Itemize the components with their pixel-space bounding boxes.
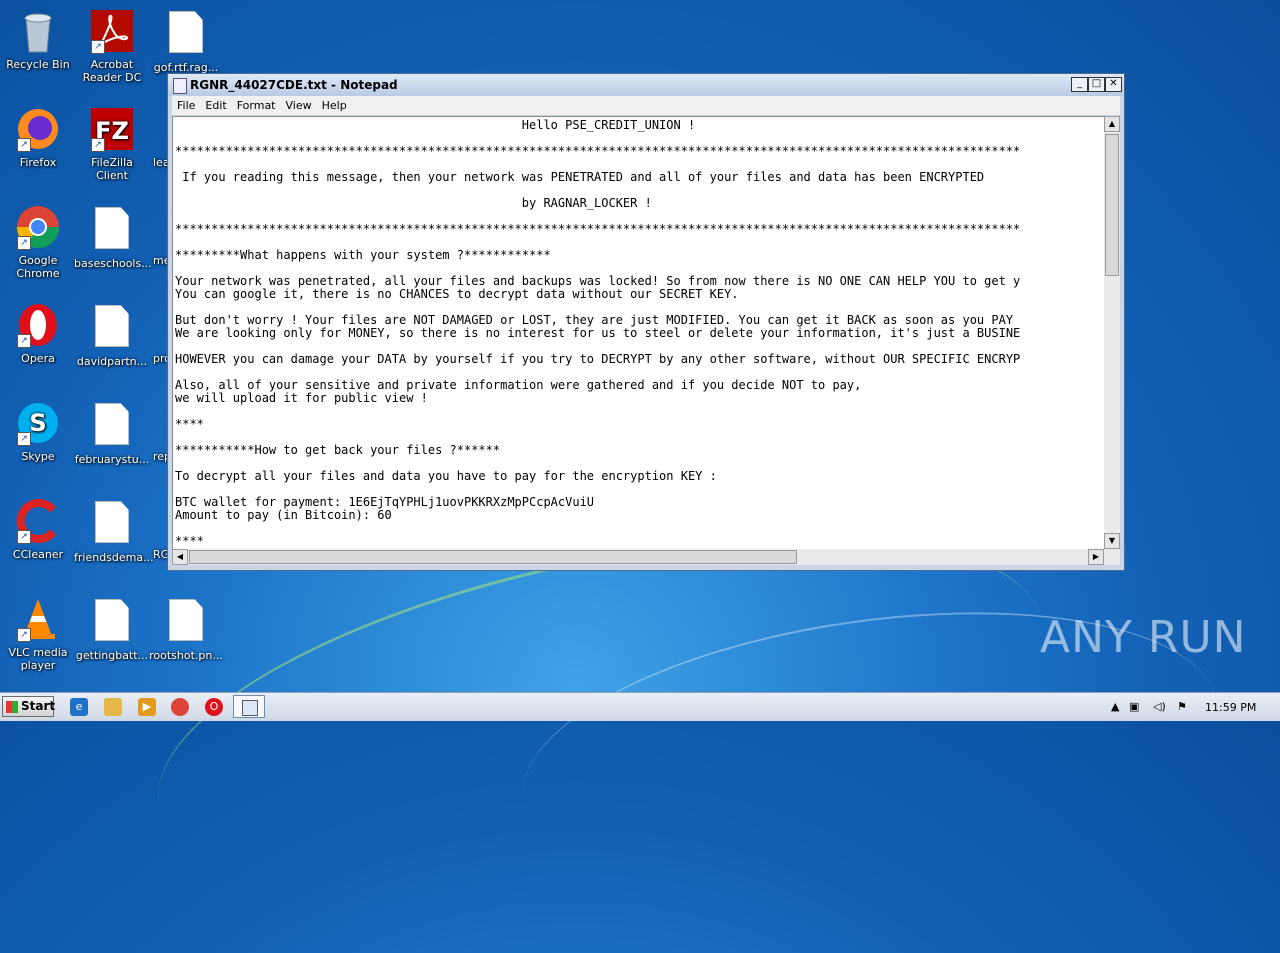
svg-text:S: S — [29, 409, 46, 437]
document-text: Hello PSE_CREDIT_UNION ! ***************… — [175, 118, 1021, 548]
desktop-icon-firefox[interactable]: ↗ Firefox — [0, 106, 76, 169]
opera-icon: ↗ — [15, 302, 61, 348]
resize-grip[interactable] — [1104, 549, 1120, 565]
desktop-icon-label: CCleaner — [12, 548, 64, 561]
shortcut-arrow-icon: ↗ — [91, 138, 105, 152]
desktop-icon-acrobat[interactable]: ↗ Acrobat Reader DC — [74, 8, 150, 84]
notepad-window[interactable]: RGNR_44027CDE.txt - Notepad _ □ ✕ File Ed… — [167, 73, 1125, 571]
desktop-icon-recycle-bin[interactable]: Recycle Bin — [0, 8, 76, 71]
filezilla-icon: FZ ↗ — [89, 106, 135, 152]
document-file-icon — [89, 207, 135, 253]
notepad-icon — [242, 700, 258, 716]
vertical-scroll-thumb[interactable] — [1105, 134, 1119, 276]
ccleaner-icon: ↗ — [15, 498, 61, 544]
desktop-icon-ccleaner[interactable]: ↗ CCleaner — [0, 498, 76, 561]
desktop-icon-label: Firefox — [19, 156, 57, 169]
desktop-icon-skype[interactable]: S ↗ Skype — [0, 400, 76, 463]
desktop-icon-label: FileZilla Client — [91, 156, 133, 182]
recycle-bin-icon — [15, 8, 61, 54]
desktop-icon-label: VLC media player — [8, 646, 68, 672]
scroll-left-arrow-icon[interactable]: ◀ — [172, 549, 188, 565]
window-titlebar[interactable]: RGNR_44027CDE.txt - Notepad _ □ ✕ — [168, 74, 1124, 96]
desktop-icon-file[interactable]: rootshot.pn... — [148, 596, 224, 662]
desktop-icon-label: Recycle Bin — [6, 58, 70, 71]
desktop-icon-google-chrome[interactable]: ↗ Google Chrome — [0, 204, 76, 280]
desktop-icon-file[interactable]: gettingbatt... — [74, 596, 150, 662]
chrome-taskbar-icon[interactable] — [171, 698, 189, 716]
document-file-icon — [89, 501, 135, 547]
anyrun-watermark: ANY RUN — [1040, 612, 1247, 663]
maximize-button[interactable]: □ — [1088, 77, 1105, 92]
desktop-icon-file[interactable]: davidpartn... — [74, 302, 150, 368]
desktop-icon-file[interactable]: gof.rtf.rag... — [148, 8, 224, 74]
action-center-flag-icon[interactable]: ⚑ — [1177, 700, 1187, 713]
desktop-icon-label: Acrobat Reader DC — [82, 58, 142, 84]
start-button[interactable]: Start — [2, 696, 56, 717]
notepad-icon — [173, 78, 187, 94]
document-file-icon — [89, 305, 135, 351]
close-button[interactable]: ✕ — [1105, 77, 1122, 92]
document-file-icon — [163, 11, 209, 57]
volume-icon[interactable]: ◁) — [1153, 700, 1166, 713]
menu-bar: File Edit Format View Help — [172, 96, 1120, 115]
window-title: RGNR_44027CDE.txt - Notepad — [190, 78, 398, 92]
chrome-icon: ↗ — [15, 204, 61, 250]
shortcut-arrow-icon: ↗ — [17, 334, 31, 348]
shortcut-arrow-icon: ↗ — [17, 236, 31, 250]
notepad-taskbar-button[interactable] — [233, 695, 265, 718]
start-label: Start — [21, 699, 56, 713]
desktop-icon-label: Google Chrome — [16, 254, 60, 280]
windows-logo-icon — [6, 701, 18, 713]
document-file-icon — [89, 599, 135, 645]
desktop-icon-label: baseschools... — [74, 257, 152, 270]
scroll-up-arrow-icon[interactable]: ▲ — [1104, 116, 1120, 132]
desktop-icon-vlc[interactable]: ↗ VLC media player — [0, 596, 76, 672]
menu-view[interactable]: View — [281, 96, 317, 112]
skype-icon: S ↗ — [15, 400, 61, 446]
horizontal-scroll-thumb[interactable] — [189, 550, 797, 564]
menu-file[interactable]: File — [172, 96, 200, 112]
shortcut-arrow-icon: ↗ — [91, 40, 105, 54]
acrobat-icon: ↗ — [89, 8, 135, 54]
firefox-icon: ↗ — [15, 106, 61, 152]
desktop-icon-opera[interactable]: ↗ Opera — [0, 302, 76, 365]
folder-icon[interactable] — [104, 698, 122, 716]
menu-edit[interactable]: Edit — [200, 96, 231, 112]
text-editor-area[interactable]: Hello PSE_CREDIT_UNION ! ***************… — [172, 116, 1106, 551]
scroll-right-arrow-icon[interactable]: ▶ — [1088, 549, 1104, 565]
taskbar-clock[interactable]: 11:59 PM — [1205, 701, 1256, 714]
desktop-icon-file[interactable]: baseschools... — [74, 204, 152, 270]
menu-format[interactable]: Format — [232, 96, 281, 112]
desktop-icon-label: gettingbatt... — [75, 649, 149, 662]
desktop-icon-label: friendsdema... — [74, 551, 154, 564]
shortcut-arrow-icon: ↗ — [17, 138, 31, 152]
shortcut-arrow-icon: ↗ — [17, 432, 31, 446]
minimize-button[interactable]: _ — [1071, 77, 1088, 92]
scroll-down-arrow-icon[interactable]: ▼ — [1104, 533, 1120, 549]
desktop-icon-label: Opera — [21, 352, 55, 365]
shortcut-arrow-icon: ↗ — [17, 530, 31, 544]
desktop-icon-label: Skype — [21, 450, 55, 463]
vertical-scrollbar[interactable]: ▲ ▼ — [1104, 116, 1120, 549]
taskbar: Start e ▶ O ▲ ▣ ◁) ⚑ 11:59 PM — [0, 692, 1280, 721]
media-player-icon[interactable]: ▶ — [138, 698, 156, 716]
desktop-icon-label: rootshot.pn... — [149, 649, 223, 662]
document-file-icon — [163, 599, 209, 645]
desktop-icon-filezilla[interactable]: FZ ↗ FileZilla Client — [74, 106, 150, 182]
vlc-cone-icon: ↗ — [15, 596, 61, 642]
desktop-icon-label: februarystu... — [74, 453, 150, 466]
desktop-icon-label: davidpartn... — [76, 355, 148, 368]
network-icon[interactable]: ▣ — [1129, 700, 1139, 713]
desktop-icon-file[interactable]: friendsdema... — [74, 498, 154, 564]
horizontal-scrollbar[interactable]: ◀ ▶ — [172, 549, 1104, 565]
opera-taskbar-icon[interactable]: O — [205, 698, 223, 716]
menu-help[interactable]: Help — [317, 96, 352, 112]
desktop-icon-file[interactable]: februarystu... — [74, 400, 150, 466]
internet-explorer-icon[interactable]: e — [70, 698, 88, 716]
shortcut-arrow-icon: ↗ — [17, 628, 31, 642]
show-hidden-icons-icon[interactable]: ▲ — [1111, 700, 1119, 713]
document-file-icon — [89, 403, 135, 449]
